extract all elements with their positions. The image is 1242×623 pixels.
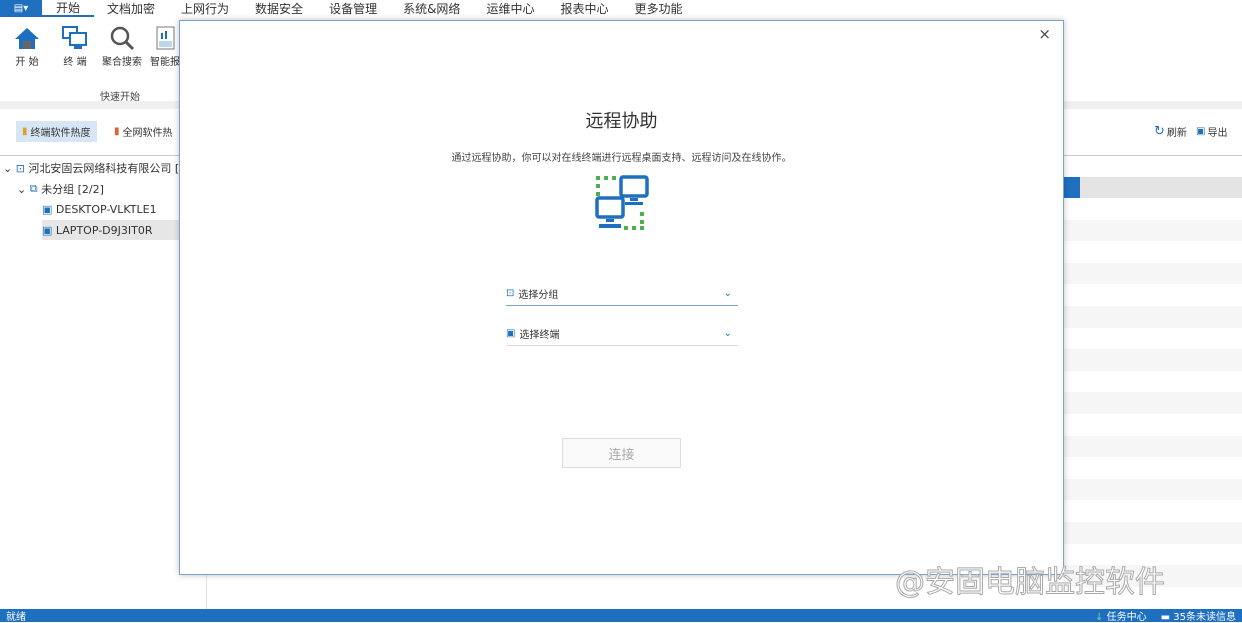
monitor-icon: ▣ xyxy=(42,202,53,216)
table-row xyxy=(1063,521,1242,544)
status-bar: 就绪 ↓ 任务中心 ▬ 35条未读信息 xyxy=(0,608,1242,623)
chevron-down-icon: ⌄ xyxy=(723,328,732,339)
table-row xyxy=(1063,414,1242,436)
table-row xyxy=(1063,435,1242,458)
table-row xyxy=(1063,500,1242,522)
ribbon-terminal-button[interactable]: 终 端 xyxy=(52,23,98,68)
table-row xyxy=(1063,219,1242,242)
group-icon: ⧉ xyxy=(29,182,38,195)
chart-icon: ▮ xyxy=(114,126,120,137)
tab-doc-encrypt[interactable]: 文档加密 xyxy=(94,0,168,17)
download-icon: ↓ xyxy=(1095,612,1104,623)
table-row xyxy=(1063,284,1242,306)
remote-assist-dialog: × 远程协助 通过远程协助，你可以对在线终端进行远程桌面支持、远程访问及在线协作… xyxy=(179,20,1064,575)
menu-tabs: ▤▾ 开始 文档加密 上网行为 数据安全 设备管理 系统&网络 运维中心 报表中… xyxy=(0,0,1242,17)
search-icon xyxy=(99,23,145,53)
table-row xyxy=(1063,328,1242,350)
home-icon xyxy=(4,23,50,53)
network-icon: ⊡ xyxy=(506,288,515,299)
table-row xyxy=(1063,198,1242,220)
table-row xyxy=(1063,349,1242,371)
monitor-icon: ▣ xyxy=(42,223,53,237)
terminal-icon xyxy=(52,23,98,53)
chevron-down-icon: ⌄ xyxy=(723,288,732,299)
tab-data-security[interactable]: 数据安全 xyxy=(242,0,316,17)
table-header xyxy=(1063,177,1242,198)
refresh-button[interactable]: ↻ 刷新 xyxy=(1148,121,1193,142)
dialog-description: 通过远程协助，你可以对在线终端进行远程桌面支持、远程访问及在线协作。 xyxy=(451,153,792,164)
tab-ops-center[interactable]: 运维中心 xyxy=(473,0,547,17)
export-button[interactable]: ▣ 导出 xyxy=(1190,121,1233,142)
ribbon-search-button[interactable]: 聚合搜索 xyxy=(99,23,145,68)
tab-reports[interactable]: 报表中心 xyxy=(547,0,621,17)
network-icon: ⊡ xyxy=(15,161,25,175)
select-group-dropdown[interactable]: ⊡ 选择分组 ⌄ xyxy=(506,282,738,306)
monitor-icon: ▣ xyxy=(506,328,516,339)
chevron-down-icon: ⌄ xyxy=(3,161,13,175)
close-icon[interactable]: × xyxy=(1038,25,1051,43)
ribbon-start-button[interactable]: 开 始 xyxy=(4,23,50,68)
table-row xyxy=(1063,392,1242,414)
connect-button[interactable]: 连接 xyxy=(562,438,681,468)
message-icon: ▬ xyxy=(1160,612,1171,623)
tab-more[interactable]: 更多功能 xyxy=(621,0,695,17)
tab-start[interactable]: 开始 xyxy=(42,0,95,17)
unread-messages-button[interactable]: ▬ 35条未读信息 xyxy=(1161,608,1236,623)
table-row xyxy=(1063,457,1242,479)
tab-web-behavior[interactable]: 上网行为 xyxy=(168,0,242,17)
refresh-icon: ↻ xyxy=(1154,124,1165,139)
tree-group[interactable]: ⌄ ⧉ 未分组 [2/2] xyxy=(17,179,104,199)
select-terminal-dropdown[interactable]: ▣ 选择终端 ⌄ xyxy=(506,322,738,346)
app-menu-button[interactable]: ▤▾ xyxy=(0,0,42,17)
dialog-title: 远程协助 xyxy=(585,111,658,132)
data-table xyxy=(1063,177,1242,609)
table-row xyxy=(1063,241,1242,263)
terminal-tree: ⌄ ⊡ 河北安固云网络科技有限公司 [2/2 ⌄ ⧉ 未分组 [2/2] ▣ D… xyxy=(0,157,207,609)
status-text: 就绪 xyxy=(6,612,26,623)
chevron-down-icon: ⌄ xyxy=(17,182,27,196)
ribbon-report-button[interactable]: 智能报 xyxy=(148,23,182,68)
table-row xyxy=(1063,262,1242,285)
chart-icon: ▮ xyxy=(22,126,28,137)
table-row xyxy=(1063,478,1242,501)
table-row xyxy=(1063,305,1242,328)
network-software-heat-button[interactable]: ▮ 全网软件热 xyxy=(108,121,179,142)
tree-root[interactable]: ⌄ ⊡ 河北安固云网络科技有限公司 [2/2 xyxy=(3,158,197,178)
tab-system-network[interactable]: 系统&网络 xyxy=(390,0,473,17)
watermark: @安固电脑监控软件 xyxy=(895,565,1166,601)
task-center-button[interactable]: ↓ 任务中心 xyxy=(1095,608,1147,623)
tab-device-mgmt[interactable]: 设备管理 xyxy=(316,0,390,17)
export-icon: ▣ xyxy=(1196,126,1206,137)
report-icon xyxy=(148,23,182,53)
table-row xyxy=(1063,371,1242,393)
terminal-software-heat-button[interactable]: ▮ 终端软件热度 xyxy=(16,121,97,142)
remote-desktop-icon xyxy=(594,174,652,235)
